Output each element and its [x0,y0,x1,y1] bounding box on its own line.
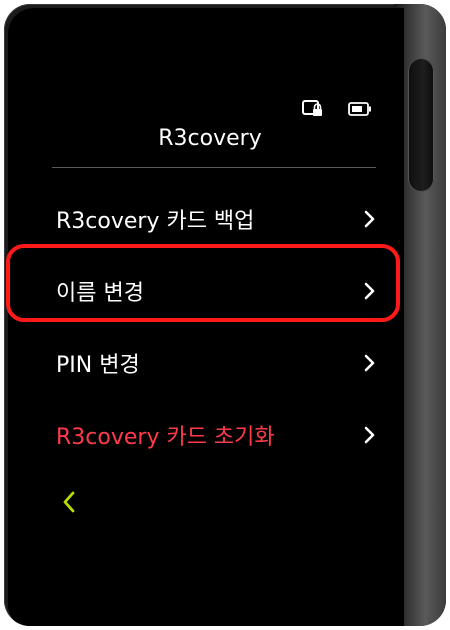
chevron-right-icon [364,426,376,444]
menu-item-label: PIN 변경 [56,353,140,378]
status-bar [302,100,372,118]
selection-highlight [6,244,400,322]
card-lock-icon [302,100,324,118]
chevron-right-icon [364,210,376,228]
chevron-right-icon [364,354,376,372]
chevron-left-icon [62,491,76,517]
side-button[interactable] [408,58,434,192]
page-title: R3covery [158,126,262,151]
battery-icon [348,102,372,116]
header-divider [52,167,376,168]
menu-item-reset-card[interactable]: R3covery 카드 초기화 [56,415,376,455]
back-button[interactable] [62,491,76,517]
menu-item-label: R3covery 카드 초기화 [56,425,275,450]
menu-item-label: R3covery 카드 백업 [56,209,255,234]
menu-item-card-backup[interactable]: R3covery 카드 백업 [56,199,376,239]
menu-item-change-pin[interactable]: PIN 변경 [56,343,376,383]
